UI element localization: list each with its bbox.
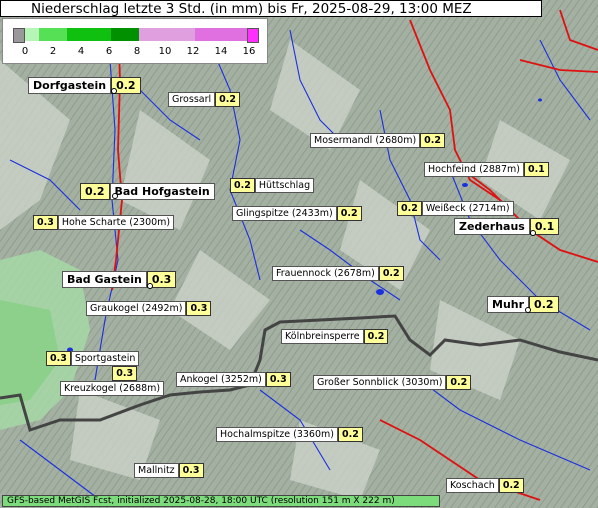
place-name: Dorfgastein bbox=[28, 77, 112, 94]
place-muhr: Muhr 0.2 bbox=[487, 296, 559, 313]
place-name: Zederhaus bbox=[454, 218, 530, 235]
location-marker bbox=[525, 307, 531, 313]
precip-value: 0.2 bbox=[337, 427, 363, 442]
place-name: Graukogel (2492m) bbox=[86, 301, 187, 316]
precip-value: 0.1 bbox=[523, 162, 549, 177]
precip-value: 0.2 bbox=[336, 206, 362, 221]
precip-value: 0.3 bbox=[33, 215, 58, 230]
place-frauennock: Frauennock (2678m) 0.2 bbox=[272, 266, 404, 281]
place-graukogel: Graukogel (2492m) 0.3 bbox=[86, 301, 212, 316]
legend-swatch-6-8 bbox=[111, 28, 139, 41]
place-name: Bad Gastein bbox=[62, 271, 147, 288]
place-dorfgastein: Dorfgastein 0.2 bbox=[28, 77, 141, 94]
place-mosermandl: Mosermandl (2680m) 0.2 bbox=[310, 133, 446, 148]
precip-value: 0.2 bbox=[420, 133, 446, 148]
place-name: Muhr bbox=[487, 296, 530, 313]
legend-swatch-8-12 bbox=[139, 28, 195, 41]
legend-swatch-12-16 bbox=[195, 28, 247, 41]
precip-value: 0.3 bbox=[178, 463, 204, 478]
legend-tick: 2 bbox=[49, 46, 57, 57]
precip-value: 0.3 bbox=[186, 301, 212, 316]
place-ankogel: Ankogel (3252m) 0.3 bbox=[176, 372, 291, 387]
place-weisseck: 0.2 Weißeck (2714m) bbox=[397, 201, 514, 216]
precip-value: 0.2 bbox=[378, 266, 404, 281]
place-name: Kreuzkogel (2688m) bbox=[60, 381, 165, 396]
place-name: Großer Sonnblick (3030m) bbox=[313, 375, 447, 390]
precip-value: 0.2 bbox=[446, 375, 472, 390]
place-name: Ankogel (3252m) bbox=[176, 372, 266, 387]
legend-tick: 6 bbox=[105, 46, 113, 57]
place-glingspitze: Glingspitze (2433m) 0.2 bbox=[232, 206, 362, 221]
location-marker bbox=[530, 230, 536, 236]
place-koelnbreinsperre: Kölnbreinsperre 0.2 bbox=[281, 329, 389, 344]
legend-tick: 12 bbox=[186, 46, 200, 57]
place-hohe-scharte: 0.3 Hohe Scharte (2300m) bbox=[33, 215, 175, 230]
place-zederhaus: Zederhaus 0.1 bbox=[454, 218, 560, 235]
legend-tick: 4 bbox=[77, 46, 85, 57]
location-marker bbox=[111, 88, 117, 94]
legend-swatch-16 bbox=[247, 28, 259, 43]
precip-value: 0.3 bbox=[112, 366, 138, 381]
precipitation-legend: 0 2 4 6 8 10 12 14 16 bbox=[2, 18, 268, 64]
location-marker bbox=[112, 193, 118, 199]
place-kreuzkogel: 0.3 Kreuzkogel (2688m) bbox=[60, 366, 165, 396]
legend-tick: 8 bbox=[133, 46, 141, 57]
place-name: Weißeck (2714m) bbox=[421, 201, 514, 216]
legend-swatch-0-2 bbox=[25, 28, 39, 41]
place-name: Hochfeind (2887m) bbox=[424, 162, 524, 177]
place-grossarl: Grossarl 0.2 bbox=[168, 92, 240, 107]
place-name: Hohe Scharte (2300m) bbox=[57, 215, 175, 230]
place-name: Kölnbreinsperre bbox=[281, 329, 364, 344]
place-hochfeind: Hochfeind (2887m) 0.1 bbox=[424, 162, 549, 177]
place-name: Mallnitz bbox=[134, 463, 179, 478]
place-bad-hofgastein: 0.2 Bad Hofgastein bbox=[80, 183, 215, 200]
legend-tick: 10 bbox=[158, 46, 172, 57]
location-marker bbox=[147, 283, 153, 289]
place-koschach: Koschach 0.2 bbox=[446, 478, 524, 493]
precip-value: 0.2 bbox=[529, 296, 559, 313]
place-name: Glingspitze (2433m) bbox=[232, 206, 337, 221]
legend-tick: 0 bbox=[21, 46, 29, 57]
place-name: Hüttschlag bbox=[254, 178, 315, 193]
place-name: Grossarl bbox=[168, 92, 216, 107]
place-name: Mosermandl (2680m) bbox=[310, 133, 421, 148]
place-huettschlag: 0.2 Hüttschlag bbox=[230, 178, 315, 193]
legend-swatch-grey bbox=[13, 28, 25, 43]
legend-swatch-4-6 bbox=[67, 28, 111, 41]
map-title: Niederschlag letzte 3 Std. (in mm) bis F… bbox=[0, 0, 542, 17]
precip-value: 0.2 bbox=[215, 92, 240, 107]
precip-value: 0.2 bbox=[397, 201, 422, 216]
precip-value: 0.2 bbox=[498, 478, 524, 493]
legend-tick: 14 bbox=[214, 46, 228, 57]
place-name: Frauennock (2678m) bbox=[272, 266, 379, 281]
place-grosser-sonnblick: Großer Sonnblick (3030m) 0.2 bbox=[313, 375, 472, 390]
place-name: Bad Hofgastein bbox=[109, 183, 215, 200]
place-bad-gastein: Bad Gastein 0.3 bbox=[62, 271, 177, 288]
place-name: Hochalmspitze (3360m) bbox=[216, 427, 338, 442]
place-hochalmspitze: Hochalmspitze (3360m) 0.2 bbox=[216, 427, 363, 442]
legend-tick: 16 bbox=[242, 46, 256, 57]
precip-value: 0.2 bbox=[230, 178, 255, 193]
precip-value: 0.2 bbox=[363, 329, 389, 344]
legend-swatch-2-4 bbox=[39, 28, 67, 41]
place-sportgastein: 0.3 Sportgastein bbox=[46, 351, 140, 366]
precip-value: 0.3 bbox=[265, 372, 291, 387]
place-name: Koschach bbox=[446, 478, 499, 493]
precip-value: 0.3 bbox=[46, 351, 71, 366]
place-name: Sportgastein bbox=[70, 351, 140, 366]
place-mallnitz: Mallnitz 0.3 bbox=[134, 463, 204, 478]
model-info-footer: GFS-based MetGIS Fcst, initialized 2025-… bbox=[2, 495, 440, 507]
precip-value: 0.2 bbox=[80, 183, 110, 200]
